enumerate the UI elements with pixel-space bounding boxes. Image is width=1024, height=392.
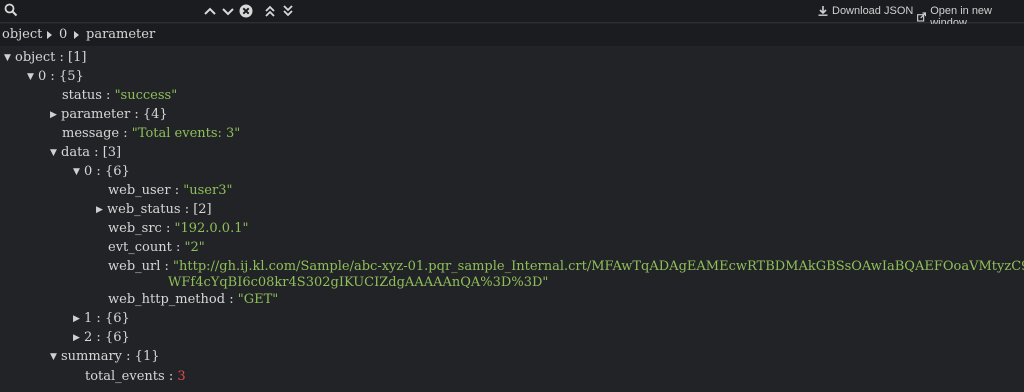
node-count: {1} bbox=[134, 349, 160, 364]
node-value: "success" bbox=[114, 88, 178, 103]
tree-node-total-events: total_events : 3 bbox=[85, 369, 186, 384]
chevron-up-icon[interactable] bbox=[202, 3, 218, 19]
node-key[interactable]: total_events bbox=[85, 369, 165, 384]
download-icon bbox=[818, 6, 828, 16]
expand-toggle-icon[interactable]: ▼ bbox=[27, 68, 38, 86]
expand-toggle-icon[interactable]: ▼ bbox=[50, 348, 61, 366]
node-count: [3] bbox=[102, 145, 122, 160]
tree-node-data-1: ▶ 1 : {6} bbox=[73, 310, 130, 328]
node-count: {6} bbox=[104, 330, 130, 345]
node-key[interactable]: parameter bbox=[61, 107, 130, 122]
tree-node-0: ▼ 0 : {5} bbox=[27, 68, 84, 86]
node-key[interactable]: message bbox=[62, 126, 119, 141]
tree-node-summary: ▼ summary : {1} bbox=[50, 348, 160, 366]
node-value: "http://gh.ij.kl.com/Sample/abc-xyz-01.p… bbox=[173, 259, 1024, 274]
download-json-label: Download JSON bbox=[832, 5, 914, 17]
node-key[interactable]: web_url bbox=[108, 259, 160, 274]
expand-all-icon[interactable] bbox=[262, 3, 278, 19]
tree-node-message: message : "Total events: 3" bbox=[62, 126, 241, 141]
expand-toggle-icon[interactable]: ▼ bbox=[50, 144, 61, 162]
collapse-toggle-icon[interactable]: ▶ bbox=[96, 201, 107, 219]
node-value: 3 bbox=[177, 369, 186, 384]
tree-node-web-url-continuation: WFf4cYqBI6c08kr4S302gIKUCIZdgAAAAAnQA%3D… bbox=[168, 274, 548, 292]
tree-node-object: ▼ object : [1] bbox=[4, 49, 87, 67]
node-count: {6} bbox=[104, 311, 130, 326]
expand-toggle-icon[interactable]: ▼ bbox=[73, 163, 84, 181]
node-key[interactable]: evt_count bbox=[108, 240, 172, 255]
node-count: {5} bbox=[58, 69, 84, 84]
node-count: [2] bbox=[193, 202, 212, 217]
collapse-toggle-icon[interactable]: ▶ bbox=[73, 310, 84, 328]
node-key[interactable]: web_status bbox=[107, 202, 181, 217]
node-value: "GET" bbox=[237, 292, 279, 307]
node-key[interactable]: object bbox=[15, 50, 55, 65]
node-count: [1] bbox=[68, 50, 87, 65]
tree-node-data-0: ▼ 0 : {6} bbox=[73, 163, 130, 181]
node-key[interactable]: status bbox=[62, 88, 102, 103]
tree-node-web-user: web_user : "user3" bbox=[108, 183, 233, 198]
node-key[interactable]: web_http_method bbox=[108, 292, 225, 307]
node-value: "192.0.0.1" bbox=[174, 221, 249, 236]
search-input[interactable] bbox=[22, 2, 202, 20]
toolbar: Download JSON Open in new window bbox=[0, 0, 1024, 29]
node-count: {6} bbox=[104, 164, 130, 179]
breadcrumb: object 0 parameter bbox=[0, 24, 1024, 46]
expand-toggle-icon[interactable]: ▼ bbox=[4, 49, 15, 67]
download-json-button[interactable]: Download JSON bbox=[818, 5, 913, 17]
tree-node-web-src: web_src : "192.0.0.1" bbox=[108, 221, 249, 236]
external-link-icon bbox=[917, 12, 927, 22]
node-key[interactable]: data bbox=[61, 145, 90, 160]
chevron-down-icon[interactable] bbox=[220, 3, 236, 19]
tree-node-web-http-method: web_http_method : "GET" bbox=[108, 292, 279, 307]
breadcrumb-item-object[interactable]: object bbox=[2, 27, 42, 42]
collapse-toggle-icon[interactable]: ▶ bbox=[50, 106, 61, 124]
search-box bbox=[0, 0, 202, 22]
tree-node-data-2: ▶ 2 : {6} bbox=[73, 329, 130, 347]
tree-node-parameter: ▶ parameter : {4} bbox=[50, 106, 168, 124]
breadcrumb-item-0[interactable]: 0 bbox=[59, 27, 67, 42]
breadcrumb-separator-icon bbox=[74, 31, 79, 39]
tree-node-web-status: ▶ web_status : [2] bbox=[96, 201, 212, 219]
collapse-toggle-icon[interactable]: ▶ bbox=[73, 329, 84, 347]
tree-node-status: status : "success" bbox=[62, 88, 178, 103]
node-value-continuation: WFf4cYqBI6c08kr4S302gIKUCIZdgAAAAAnQA%3D… bbox=[168, 275, 549, 290]
breadcrumb-separator-icon bbox=[47, 31, 52, 39]
search-icon bbox=[4, 3, 18, 17]
node-key[interactable]: web_src bbox=[108, 221, 162, 236]
node-value: "2" bbox=[184, 240, 205, 255]
node-count: {4} bbox=[142, 107, 168, 122]
node-key[interactable]: summary bbox=[61, 349, 122, 364]
node-value: "Total events: 3" bbox=[131, 126, 241, 141]
breadcrumb-item-parameter[interactable]: parameter bbox=[86, 27, 155, 42]
clear-search-icon[interactable] bbox=[238, 3, 254, 19]
node-value: "user3" bbox=[183, 183, 233, 198]
node-key[interactable]: web_user bbox=[108, 183, 171, 198]
tree-node-evt-count: evt_count : "2" bbox=[108, 240, 205, 255]
tree-node-data: ▼ data : [3] bbox=[50, 144, 122, 162]
collapse-all-icon[interactable] bbox=[280, 3, 296, 19]
